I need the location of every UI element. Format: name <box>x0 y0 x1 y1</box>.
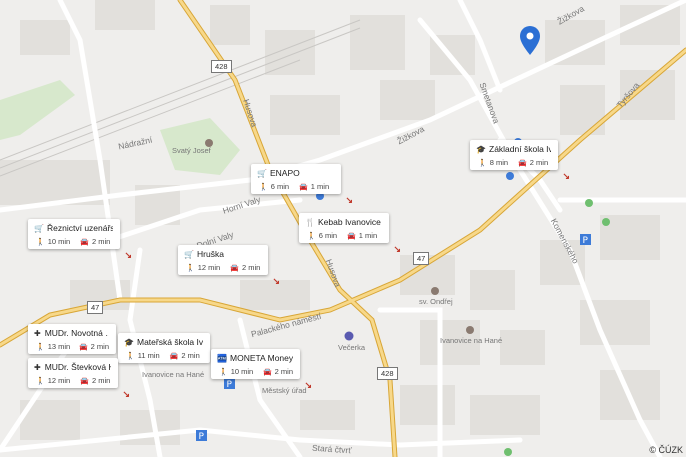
poi-card-kebab[interactable]: 🍴 Kebab Ivanovice 🚶 6 min 🚘 1 min ↘ <box>299 213 401 254</box>
drive-time: 2 min <box>181 351 200 360</box>
walk-time: 6 min <box>318 231 338 240</box>
poi-card-mudr-stevkova[interactable]: ✚MUDr. Števková H… 🚶12 min 🚘2 min ↘ <box>28 358 130 399</box>
drive-time: 2 min <box>529 158 549 167</box>
road-number-shield: 47 <box>413 252 430 265</box>
school-icon: 🎓 <box>476 144 486 154</box>
poi-title: Mateřská škola Iv… <box>137 337 203 347</box>
cart-icon: 🛒 <box>184 249 194 259</box>
direction-arrow-icon: ↘ <box>122 389 130 399</box>
poi-card-materska-skola[interactable]: 🎓Mateřská škola Iv… 🚶11 min 🚘2 min <box>118 333 210 363</box>
direction-arrow-icon: ↘ <box>393 244 401 254</box>
car-icon: 🚘 <box>299 183 308 191</box>
park-area <box>0 80 75 140</box>
walk-time: 11 min <box>137 351 160 360</box>
poi-card-enapo[interactable]: 🛒 ENAPO 🚶 6 min 🚘 1 min ↘ <box>251 164 353 205</box>
car-icon: 🚘 <box>518 159 527 167</box>
poi-title: MUDr. Števková H… <box>44 362 111 372</box>
road-number-shield: 428 <box>211 60 232 73</box>
location-pin-icon[interactable] <box>520 26 540 55</box>
drive-time: 1 min <box>310 182 330 191</box>
car-icon: 🚘 <box>230 264 239 272</box>
car-icon: 🚘 <box>347 232 356 240</box>
copyright-notice: © ČÚZK <box>649 445 683 455</box>
place-label: Městský úřad <box>262 386 307 395</box>
walk-icon: 🚶 <box>36 238 45 246</box>
car-icon: 🚘 <box>262 368 272 376</box>
direction-arrow-icon: ↘ <box>272 276 280 286</box>
walk-icon: 🚶 <box>259 183 268 191</box>
walk-icon: 🚶 <box>478 159 487 167</box>
cutlery-icon: 🍴 <box>305 217 315 227</box>
road-number-shield: 47 <box>87 301 104 314</box>
church-icon <box>431 287 439 295</box>
poi-card-zakladni-skola[interactable]: 🎓Základní škola Iv… 🚶8 min 🚘2 min ↘ <box>470 140 570 181</box>
poi-title: MONETA Money … <box>230 353 293 363</box>
drive-time: 2 min <box>91 376 111 385</box>
walk-icon: 🚶 <box>126 352 135 360</box>
car-icon: 🚘 <box>78 343 88 351</box>
walk-icon: 🚶 <box>36 377 45 385</box>
drive-time: 2 min <box>91 237 111 246</box>
poi-card-reznictvi[interactable]: 🛒Řeznictví uzenářs… 🚶10 min 🚘2 min ↘ <box>28 219 132 260</box>
sport-icon <box>504 448 512 456</box>
place-label: Ivanovice na Hané <box>142 370 205 379</box>
sport-icon <box>585 199 593 207</box>
walk-time: 6 min <box>270 182 290 191</box>
walk-icon: 🚶 <box>307 232 316 240</box>
medical-icon: ✚ <box>34 362 41 372</box>
poi-title: Kebab Ivanovice <box>318 217 381 227</box>
sport-icon <box>602 218 610 226</box>
svg-text:P: P <box>583 236 589 246</box>
walk-time: 10 min <box>230 367 254 376</box>
poi-title: Hruška <box>197 249 224 259</box>
drive-time: 1 min <box>358 231 378 240</box>
road-number-shield: 428 <box>377 367 398 380</box>
atm-icon: 🏧 <box>217 353 227 363</box>
poi-title: Základní škola Iv… <box>489 144 551 154</box>
school-icon: 🎓 <box>124 337 134 347</box>
car-icon: 🚘 <box>80 377 89 385</box>
car-icon: 🚘 <box>80 238 89 246</box>
walk-time: 8 min <box>489 158 509 167</box>
place-label: Večerka <box>338 343 366 352</box>
poi-title: Řeznictví uzenářs… <box>47 223 113 233</box>
walk-icon: 🚶 <box>186 264 195 272</box>
place-label: Svatý Josef <box>172 146 211 155</box>
bus-stop-icon <box>506 172 514 180</box>
walk-time: 10 min <box>47 237 71 246</box>
direction-arrow-icon: ↘ <box>345 195 353 205</box>
direction-arrow-icon: ↘ <box>304 380 312 390</box>
drive-time: 2 min <box>274 367 293 376</box>
drive-time: 2 min <box>90 342 109 351</box>
poi-title: MUDr. Novotná … <box>44 328 109 338</box>
shop-icon <box>344 331 354 341</box>
drive-time: 2 min <box>241 263 261 272</box>
poi-title: ENAPO <box>270 168 300 178</box>
place-label: sv. Ondřej <box>419 297 453 306</box>
walk-time: 12 min <box>197 263 221 272</box>
svg-text:P: P <box>199 432 205 442</box>
cart-icon: 🛒 <box>257 168 267 178</box>
poi-card-hruska[interactable]: 🛒 Hruška 🚶 12 min 🚘 2 min ↘ <box>178 245 280 286</box>
walk-time: 13 min <box>47 342 71 351</box>
direction-arrow-icon: ↘ <box>562 171 570 181</box>
car-icon: 🚘 <box>169 352 179 360</box>
poi-card-moneta[interactable]: 🏧MONETA Money … 🚶10 min 🚘2 min ↘ <box>211 349 312 390</box>
medical-icon: ✚ <box>34 328 41 338</box>
walk-time: 12 min <box>47 376 71 385</box>
direction-arrow-icon: ↘ <box>124 250 132 260</box>
church-icon <box>466 326 474 334</box>
walk-icon: 🚶 <box>36 343 45 351</box>
place-label: Ivanovice na Hané <box>440 336 503 345</box>
walk-icon: 🚶 <box>219 368 228 376</box>
poi-card-mudr-novotna[interactable]: ✚ MUDr. Novotná … 🚶 13 min 🚘 2 min <box>28 324 116 354</box>
cart-icon: 🛒 <box>34 223 44 233</box>
svg-text:P: P <box>227 380 233 390</box>
